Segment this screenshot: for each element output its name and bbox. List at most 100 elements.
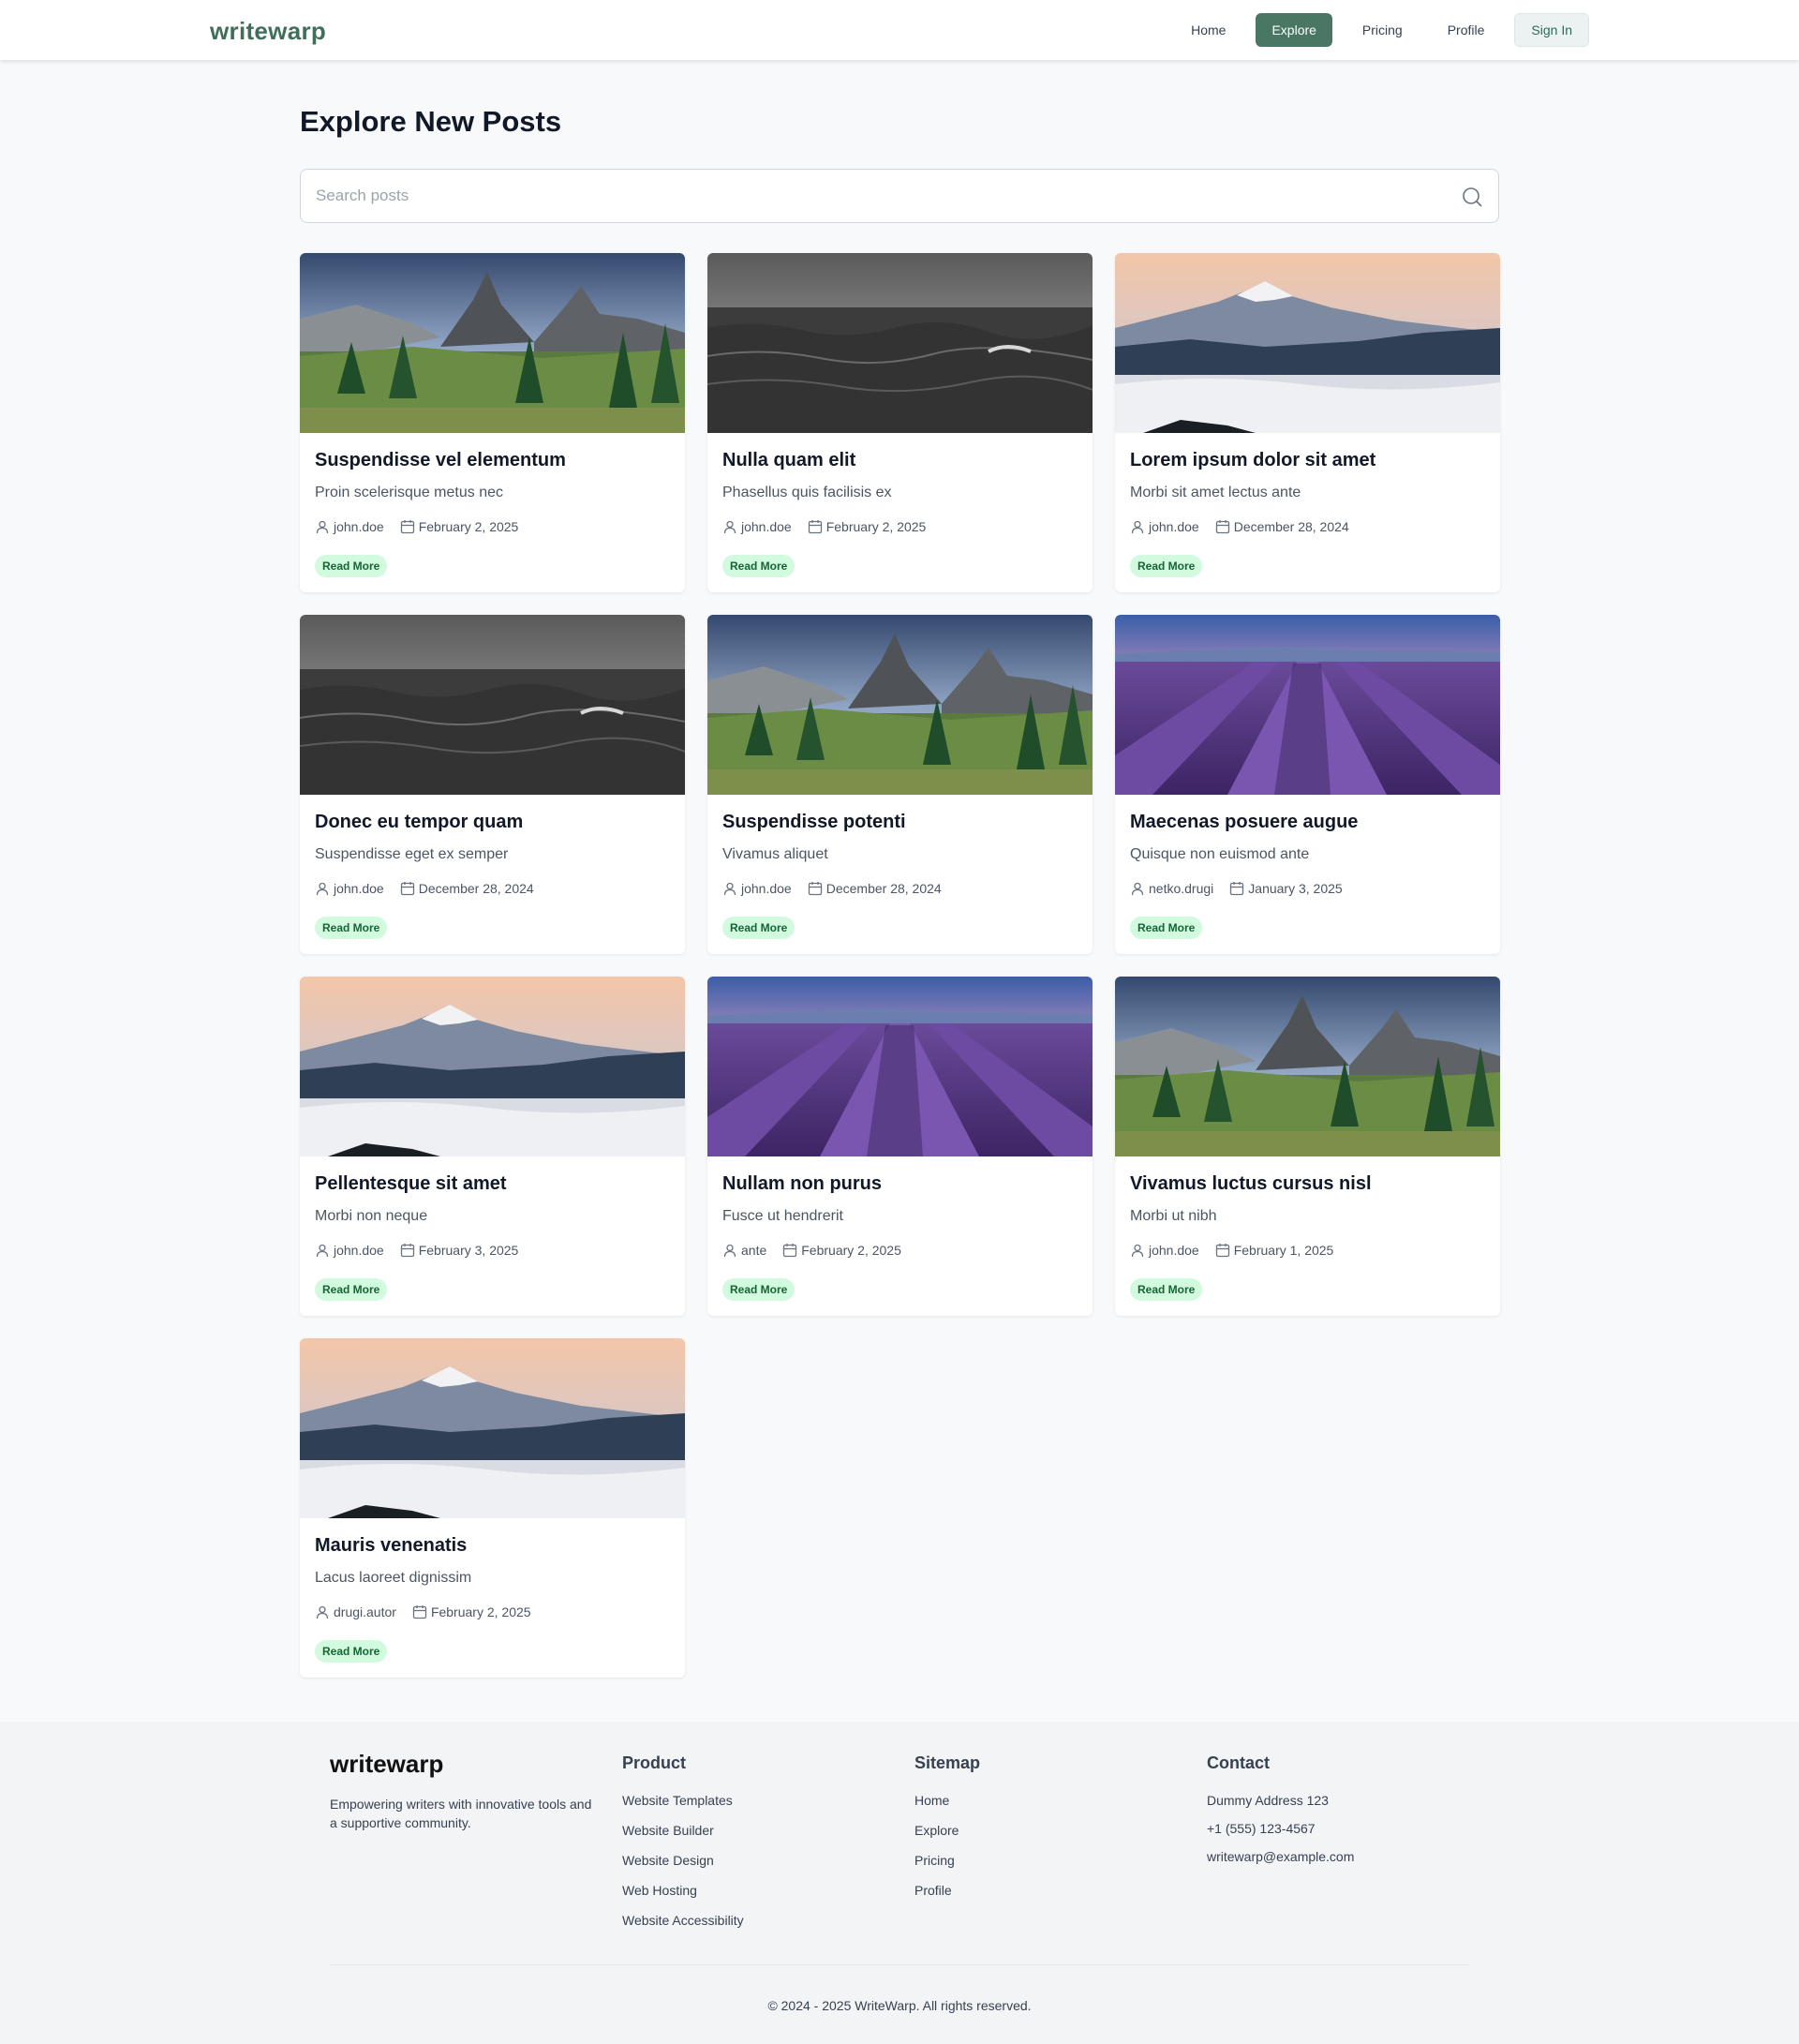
calendar-icon [400,882,414,896]
post-image[interactable] [300,977,685,1156]
footer-link-home[interactable]: Home [914,1792,980,1809]
post-author[interactable]: john.doe [1149,519,1199,534]
post-date: December 28, 2024 [1233,519,1349,534]
calendar-icon [808,520,822,534]
post-author[interactable]: john.doe [334,519,384,534]
main-nav: Home Explore Pricing Profile Sign In [1176,13,1589,47]
post-meta: john.doe December 28, 2024 [1130,519,1349,534]
post-date: February 2, 2025 [430,1604,531,1619]
post-date: December 28, 2024 [418,881,534,896]
sign-in-button[interactable]: Sign In [1514,13,1589,47]
post-author[interactable]: john.doe [741,881,792,896]
post-author[interactable]: netko.drugi [1149,881,1213,896]
footer-link-pricing[interactable]: Pricing [914,1852,980,1869]
post-title[interactable]: Nullam non purus [722,1173,882,1195]
post-image[interactable] [300,615,685,795]
post-image[interactable] [300,253,685,433]
footer-sitemap-heading: Sitemap [914,1753,981,1772]
post-card[interactable]: Nulla quam elit Phasellus quis facilisis … [707,253,1093,592]
post-image[interactable] [300,1338,685,1518]
post-date: December 28, 2024 [825,881,942,896]
post-image[interactable] [707,253,1093,433]
post-date: February 2, 2025 [801,1243,901,1258]
read-more-button[interactable]: Read More [315,917,388,939]
brand-logo[interactable]: writewarp [210,17,326,46]
nav-pricing[interactable]: Pricing [1347,13,1418,47]
read-more-button[interactable]: Read More [722,1278,795,1301]
user-icon [1131,1244,1144,1258]
read-more-button[interactable]: Read More [1130,555,1203,577]
post-card[interactable]: Suspendisse vel elementum Proin scelerisq… [300,253,685,592]
post-subtitle: Morbi ut nibh [1130,1208,1217,1224]
footer-description: Empowering writers with innovative tools… [330,1797,592,1830]
post-title[interactable]: Pellentesque sit amet [315,1173,507,1195]
footer-divider [330,1964,1469,1965]
read-more-button[interactable]: Read More [1130,1278,1203,1301]
nav-explore[interactable]: Explore [1256,13,1332,47]
post-subtitle: Quisque non euismod ante [1130,846,1310,862]
copyright: © 2024 - 2025 WriteWarp. All rights rese… [767,1998,1032,2013]
footer-link-website-builder[interactable]: Website Builder [622,1822,744,1839]
footer-link-explore[interactable]: Explore [914,1822,980,1839]
post-image[interactable] [1115,615,1500,795]
post-image[interactable] [707,977,1093,1156]
footer-link-website-templates[interactable]: Website Templates [622,1792,744,1809]
footer-link-website-design[interactable]: Website Design [622,1852,744,1869]
search-box [300,169,1499,223]
nav-home[interactable]: Home [1176,13,1241,47]
post-card[interactable]: Pellentesque sit amet Morbi non neque john… [300,977,685,1316]
user-icon [1131,882,1144,896]
post-date: February 2, 2025 [825,519,927,534]
read-more-button[interactable]: Read More [722,555,795,577]
post-author[interactable]: john.doe [334,1243,384,1258]
post-card[interactable]: Mauris venenatis Lacus laoreet dignissim d… [300,1338,685,1678]
footer-link-profile[interactable]: Profile [914,1882,980,1899]
post-title[interactable]: Mauris venenatis [315,1535,467,1557]
search-input[interactable] [316,170,1440,222]
contact-phone[interactable]: +1 (555) 123-4567 [1207,1820,1354,1837]
footer-brand[interactable]: writewarp [330,1750,443,1779]
post-title[interactable]: Suspendisse potenti [722,812,906,833]
post-image[interactable] [1115,253,1500,433]
nav-profile[interactable]: Profile [1433,13,1500,47]
post-subtitle: Vivamus aliquet [722,846,828,862]
read-more-button[interactable]: Read More [315,1278,388,1301]
page-title: Explore New Posts [300,105,562,138]
post-card[interactable]: Maecenas posuere augue Quisque non euismo… [1115,615,1500,954]
read-more-button[interactable]: Read More [722,917,795,939]
post-image[interactable] [707,615,1093,795]
post-author[interactable]: john.doe [741,519,792,534]
post-card[interactable]: Suspendisse potenti Vivamus aliquet john.d… [707,615,1093,954]
user-icon [723,1244,736,1258]
post-author[interactable]: john.doe [334,881,384,896]
post-title[interactable]: Suspendisse vel elementum [315,450,566,471]
post-title[interactable]: Maecenas posuere augue [1130,812,1358,833]
post-title[interactable]: Lorem ipsum dolor sit amet [1130,450,1375,471]
search-icon[interactable] [1461,186,1483,208]
calendar-icon [400,520,414,534]
post-title[interactable]: Donec eu tempor quam [315,812,523,833]
post-card[interactable]: Lorem ipsum dolor sit amet Morbi sit amet… [1115,253,1500,592]
post-author[interactable]: ante [741,1243,766,1258]
read-more-button[interactable]: Read More [1130,917,1203,939]
post-author[interactable]: john.doe [1149,1243,1199,1258]
post-subtitle: Proin scelerisque metus nec [315,485,503,500]
contact-email[interactable]: writewarp@example.com [1207,1848,1354,1865]
post-author[interactable]: drugi.autor [334,1604,396,1619]
post-title[interactable]: Vivamus luctus cursus nisl [1130,1173,1372,1195]
footer-sitemap-column: Sitemap Home Explore Pricing Profile [914,1753,980,1912]
footer-link-web-hosting[interactable]: Web Hosting [622,1882,744,1899]
read-more-button[interactable]: Read More [315,1640,388,1663]
user-icon [316,882,329,896]
post-subtitle: Fusce ut hendrerit [722,1208,843,1224]
footer-link-website-accessibility[interactable]: Website Accessibility [622,1912,744,1929]
post-image[interactable] [1115,977,1500,1156]
post-card[interactable]: Vivamus luctus cursus nisl Morbi ut nibh j… [1115,977,1500,1316]
read-more-button[interactable]: Read More [315,555,388,577]
post-date: January 3, 2025 [1248,881,1343,896]
post-title[interactable]: Nulla quam elit [722,450,855,471]
post-meta: john.doe December 28, 2024 [722,881,942,896]
post-card[interactable]: Donec eu tempor quam Suspendisse eget ex … [300,615,685,954]
calendar-icon [412,1605,427,1619]
post-card[interactable]: Nullam non purus Fusce ut hendrerit ante Fe… [707,977,1093,1316]
